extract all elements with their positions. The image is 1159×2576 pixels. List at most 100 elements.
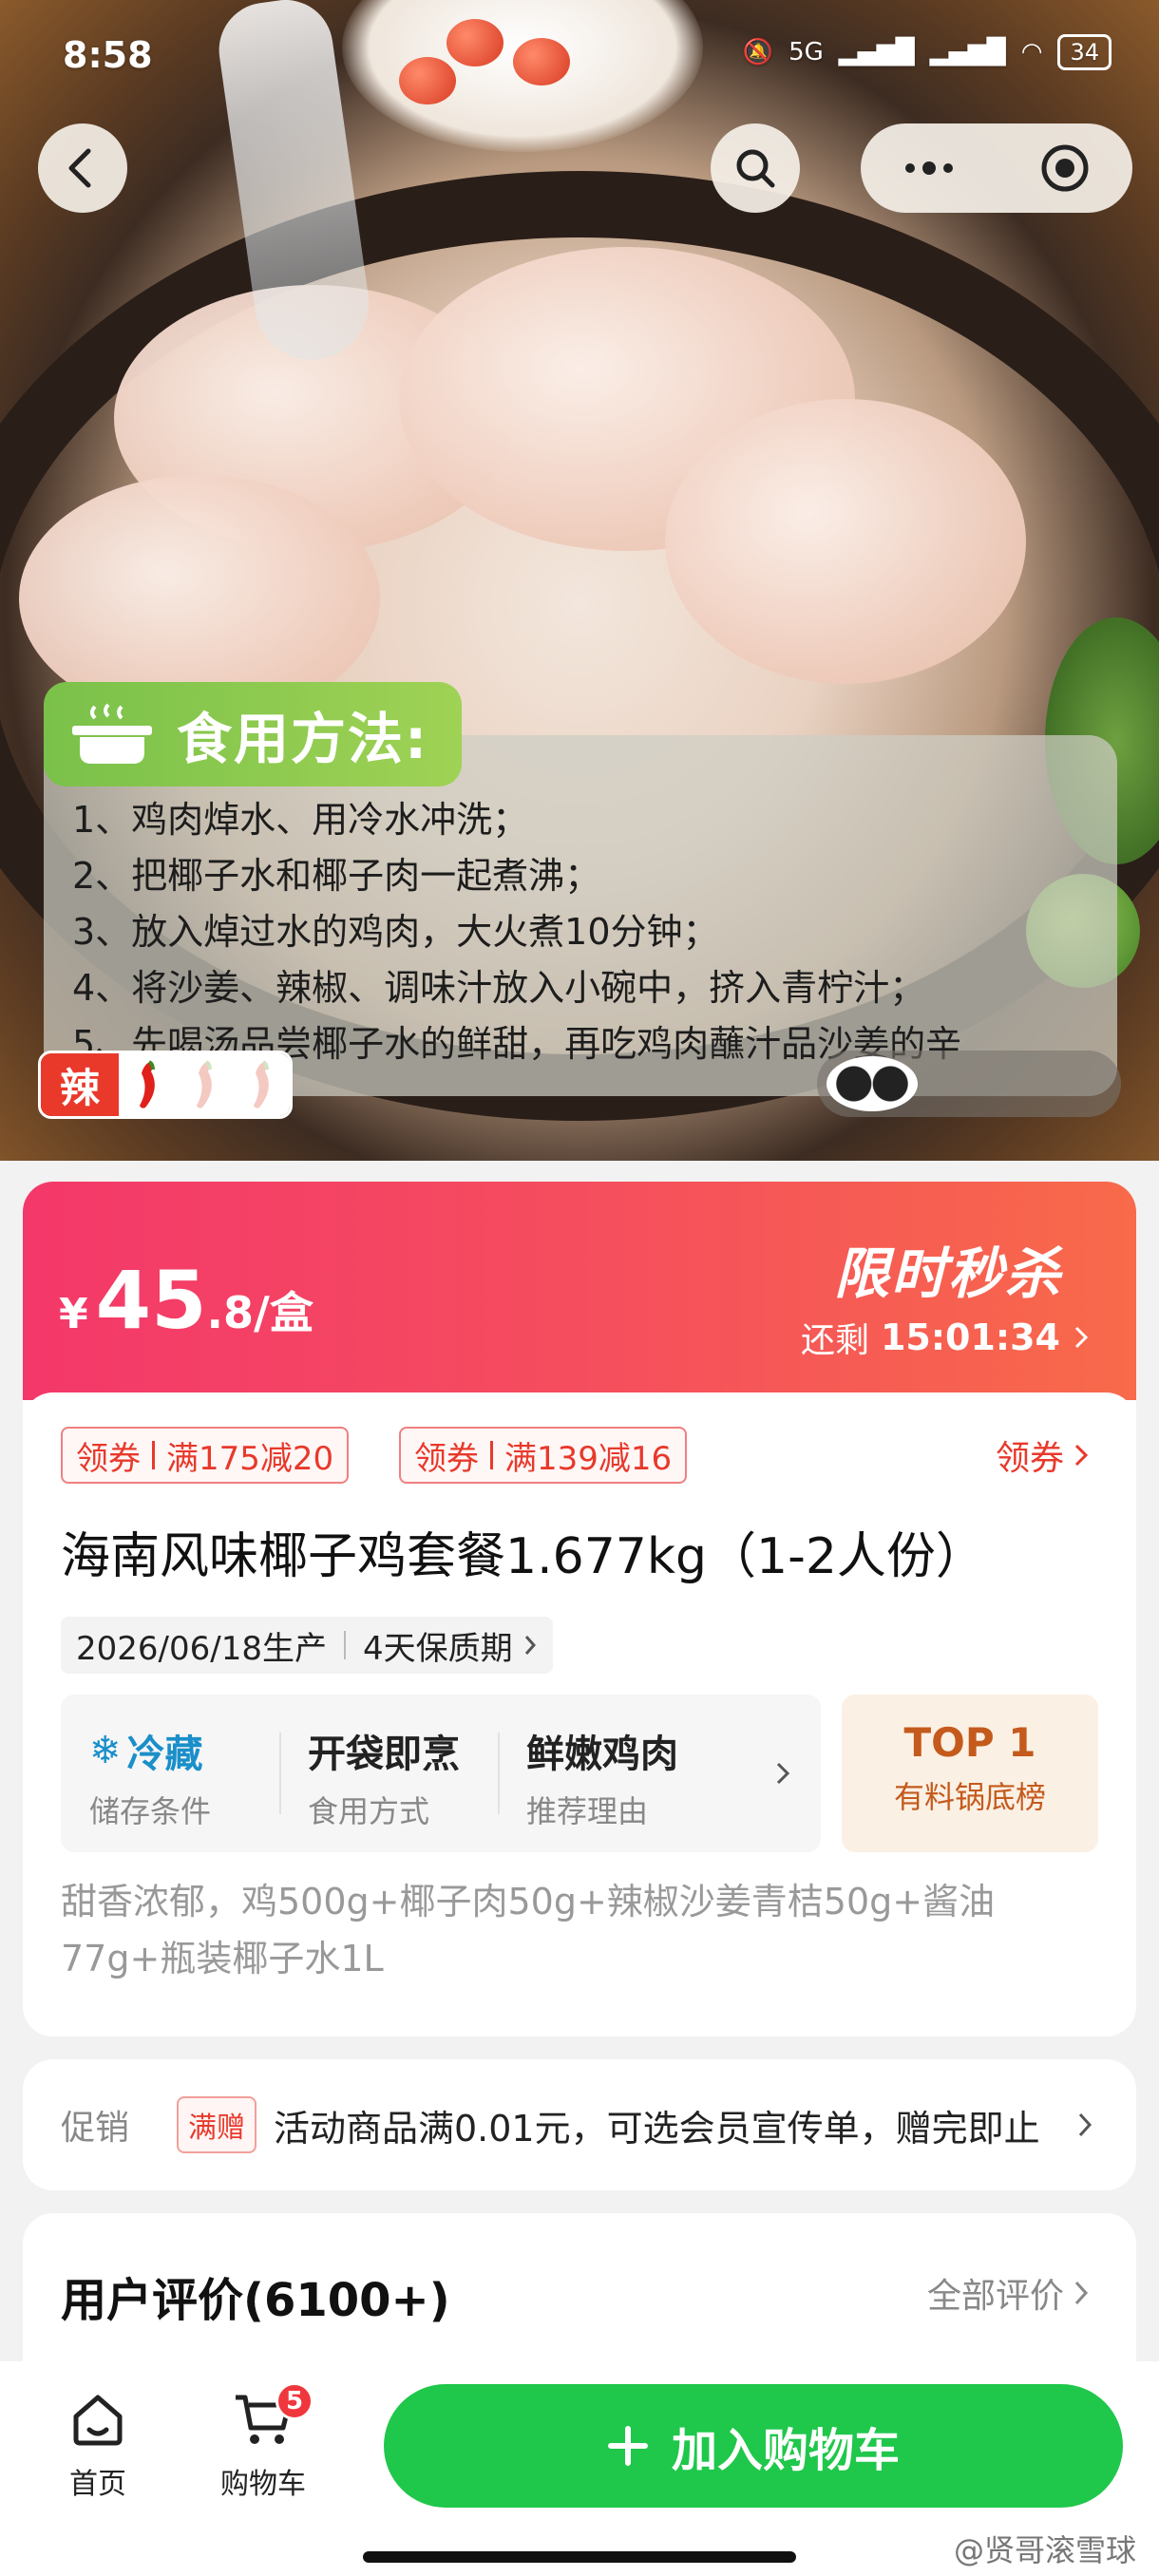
home-indicator[interactable] <box>363 2551 796 2563</box>
product-card: ¥ 45 .8 /盒 限时秒杀 还剩 15:01:34 领券 满175减20 领… <box>23 1182 1136 2036</box>
nav-home[interactable]: 首页 <box>36 2390 160 2502</box>
pot-icon <box>66 701 158 767</box>
ranking-badge[interactable]: TOP 1 有料锅底榜 <box>842 1695 1098 1852</box>
attribute-value: 冷藏 <box>126 1733 203 1776</box>
howto-step: 4、将沙姜、辣椒、调味汁放入小碗中，挤入青柠汁； <box>72 967 926 1009</box>
miniapp-capsule <box>861 123 1132 213</box>
flash-sale-band: ¥ 45 .8 /盒 限时秒杀 还剩 15:01:34 <box>23 1182 1136 1400</box>
promotion-label: 促销 <box>61 2109 130 2148</box>
back-button[interactable] <box>38 123 127 213</box>
howto-header: 食用方法: <box>44 682 462 786</box>
wifi-icon: ◠ <box>1020 38 1043 66</box>
status-icons: 🔕 5G ▂▄▆█ ▂▄▆█ ◠ 34 <box>743 34 1112 70</box>
chevron-right-icon <box>1074 2281 1089 2305</box>
attribute-value: 开袋即烹 <box>308 1733 460 1776</box>
pepper-icon <box>254 1060 269 1108</box>
chevron-right-icon <box>524 1636 536 1655</box>
promotion-row[interactable]: 促销 满赠 活动商品满0.01元，可选会员宣传单，赠完即止 <box>23 2059 1136 2190</box>
divider <box>343 1631 346 1659</box>
spicy-level-badge: 辣 <box>38 1051 293 1119</box>
production-date: 2026/06/18生产 <box>76 1629 327 1668</box>
watermark: @贤哥滚雪球 <box>953 2532 1136 2568</box>
coupon-text: 满139减16 <box>504 1439 673 1478</box>
coupon-prefix: 领券 <box>414 1439 479 1478</box>
image-indicator <box>817 1051 1121 1117</box>
status-time: 8:58 <box>63 34 153 76</box>
price-unit: /盒 <box>254 1287 314 1338</box>
promotion-text: 活动商品满0.01元，可选会员宣传单，赠完即止 <box>274 2107 1040 2150</box>
attribute-key: 储存条件 <box>89 1793 212 1829</box>
divider <box>152 1441 155 1469</box>
howto-step: 3、放入焯过水的鸡肉，大火煮10分钟； <box>72 911 719 953</box>
pepper-icon <box>140 1060 155 1108</box>
nav-cart[interactable]: 5 购物车 <box>201 2382 325 2502</box>
network-label: 5G <box>788 38 824 66</box>
chevron-right-icon <box>1078 2112 1092 2137</box>
chevron-left-icon <box>68 148 91 188</box>
snowflake-icon: ❄ <box>89 1729 122 1772</box>
promotion-tag: 满赠 <box>177 2096 256 2153</box>
nav-cart-label: 购物车 <box>220 2468 306 2501</box>
attribute-key: 推荐理由 <box>526 1793 649 1829</box>
home-icon <box>73 2395 123 2446</box>
chevron-right-icon <box>1074 1326 1089 1349</box>
product-title: 海南风味椰子鸡套餐1.677kg（1-2人份） <box>61 1528 985 1585</box>
price-integer: 45 <box>95 1254 207 1347</box>
add-to-cart-button[interactable]: 加入购物车 <box>384 2384 1123 2508</box>
plus-icon <box>607 2426 648 2466</box>
spicy-label: 辣 <box>41 1053 119 1116</box>
add-to-cart-label: 加入购物车 <box>671 2424 900 2477</box>
attribute-usage: 开袋即烹 食用方式 <box>279 1695 498 1852</box>
pepper-icon <box>197 1060 212 1108</box>
nav-home-label: 首页 <box>69 2468 126 2501</box>
more-dots-icon <box>904 161 953 175</box>
product-detail: 领券 满175减20 领券 满139减16 领券 海南风味椰子鸡套餐1.677k… <box>23 1392 1136 2036</box>
all-reviews-link[interactable]: 全部评价 <box>927 2268 1091 2318</box>
attribute-reason: 鲜嫩鸡肉 推荐理由 <box>498 1695 716 1852</box>
get-coupon-link[interactable]: 领券 <box>996 1430 1091 1480</box>
coupon-chip[interactable]: 领券 满175减20 <box>61 1427 350 1484</box>
search-button[interactable] <box>711 123 800 213</box>
cart-count-badge: 5 <box>276 2382 314 2420</box>
chevron-right-icon <box>1074 1444 1089 1467</box>
close-miniapp-button[interactable] <box>997 123 1132 213</box>
flash-sale-countdown[interactable]: 还剩 15:01:34 <box>801 1313 1091 1362</box>
meat-decoration <box>665 399 1026 684</box>
coupon-text: 满175减20 <box>166 1439 334 1478</box>
howto-step: 1、鸡肉焯水、用冷水冲洗； <box>72 799 529 841</box>
reviews-title: 用户评价(6100+) <box>61 2274 450 2327</box>
attribute-key: 食用方式 <box>308 1793 430 1829</box>
mascot-icon <box>826 1056 918 1111</box>
production-info[interactable]: 2026/06/18生产 4天保质期 <box>61 1617 553 1674</box>
flash-sale-title: 限时秒杀 <box>833 1241 1062 1306</box>
howto-step: 2、把椰子水和椰子肉一起煮沸； <box>72 855 601 897</box>
howto-title: 食用方法: <box>177 707 429 771</box>
signal-icon: ▂▄▆█ <box>929 38 1006 66</box>
price: ¥ 45 .8 /盒 <box>59 1254 314 1347</box>
chevron-right-icon <box>776 1762 790 1785</box>
attribute-storage: ❄ 冷藏 储存条件 <box>61 1695 279 1852</box>
spicy-peppers <box>119 1053 290 1116</box>
get-coupon-label: 领券 <box>995 1439 1064 1478</box>
signal-icon: ▂▄▆█ <box>838 38 915 66</box>
divider <box>490 1441 493 1469</box>
coupon-prefix: 领券 <box>76 1439 141 1478</box>
coupon-chip[interactable]: 领券 满139减16 <box>399 1427 688 1484</box>
search-icon <box>736 149 775 188</box>
all-reviews-label: 全部评价 <box>926 2277 1064 2316</box>
mute-icon: 🔕 <box>742 38 774 66</box>
more-button[interactable] <box>861 123 997 213</box>
attributes-more-button[interactable] <box>752 1695 813 1852</box>
top-bar: 8:58 🔕 5G ▂▄▆█ ▂▄▆█ ◠ 34 <box>0 0 1159 228</box>
countdown-time: 15:01:34 <box>880 1316 1060 1358</box>
price-currency: ¥ <box>59 1290 88 1338</box>
shelf-life: 4天保质期 <box>362 1629 513 1668</box>
attributes-strip[interactable]: ❄ 冷藏 储存条件 开袋即烹 食用方式 鲜嫩鸡肉 推荐理由 <box>61 1695 821 1852</box>
rank-title: TOP 1 <box>903 1719 1036 1766</box>
price-decimal: .8 <box>206 1287 255 1338</box>
battery-icon: 34 <box>1057 34 1112 70</box>
countdown-label: 还剩 <box>800 1321 869 1360</box>
rank-subtitle: 有料锅底榜 <box>893 1779 1046 1815</box>
product-description: 甜香浓郁，鸡500g+椰子肉50g+辣椒沙姜青桔50g+酱油77g+瓶装椰子水1… <box>61 1881 996 1979</box>
attribute-value: 鲜嫩鸡肉 <box>526 1733 678 1776</box>
